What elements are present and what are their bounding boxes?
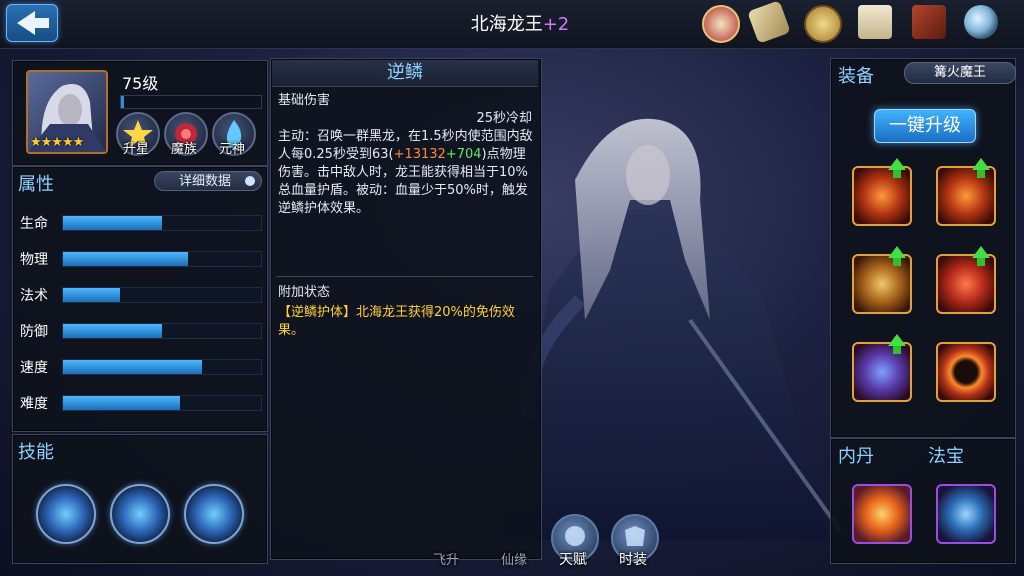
stat-bar-physical	[62, 251, 262, 267]
equipment-title: 装备	[838, 66, 874, 87]
demon-race-label: 魔族	[170, 142, 197, 157]
hero-title: 北海龙王+2	[440, 10, 600, 36]
star-up-label: 升星	[122, 142, 149, 157]
skill-name: 逆鳞	[272, 60, 538, 87]
stat-bar-defense	[62, 323, 262, 339]
treasure-item[interactable]	[936, 484, 996, 544]
status-tag: 【逆鳞护体】	[278, 305, 357, 320]
inner-core-item[interactable]	[852, 484, 912, 544]
stat-bar-difficulty	[62, 395, 262, 411]
book-icon[interactable]	[912, 5, 946, 39]
upgrade-arrow-icon	[888, 246, 906, 258]
hero-name: 北海龙王	[470, 14, 543, 35]
stat-bar-speed	[62, 359, 262, 375]
equipment-weapon-2[interactable]	[936, 166, 996, 226]
stat-label-defense: 防御	[20, 324, 48, 340]
upgrade-arrow-stem	[893, 258, 901, 266]
upgrade-arrow-stem	[977, 258, 985, 266]
back-arrow-icon	[17, 11, 49, 35]
skill-3-icon[interactable]	[184, 484, 244, 544]
skill-2-icon[interactable]	[110, 484, 170, 544]
tab-talent[interactable]: 天赋	[543, 549, 603, 569]
desc-bonus-physical: +13132	[393, 147, 446, 162]
skills-title: 技能	[18, 442, 54, 463]
section-base-damage: 基础伤害	[278, 93, 331, 108]
stat-bar-magic	[62, 287, 262, 303]
equipment-weapon-1[interactable]	[852, 166, 912, 226]
stat-label-magic: 法术	[20, 288, 48, 304]
stat-label-hp: 生命	[20, 216, 48, 232]
stat-fill	[63, 252, 188, 266]
equipment-helmet[interactable]	[852, 254, 912, 314]
stat-fill	[63, 360, 202, 374]
tab-fate[interactable]: 仙缘	[484, 549, 544, 568]
stat-fill	[63, 396, 180, 410]
cooldown-text: 25秒冷却	[476, 111, 532, 126]
detail-data-button[interactable]: 详细数据	[154, 171, 262, 191]
hero-level: 75级	[122, 74, 159, 93]
hero-rank-plus: +2	[542, 14, 570, 35]
coin-icon[interactable]	[804, 5, 842, 43]
desc-bonus-level: +704	[445, 147, 482, 162]
top-bar: 北海龙王+2	[0, 0, 1024, 49]
upgrade-all-button[interactable]: 一键升级	[874, 109, 976, 143]
stat-fill	[63, 288, 121, 302]
stat-fill	[63, 324, 162, 338]
upgrade-arrow-stem	[893, 170, 901, 178]
stat-bar-hp	[62, 215, 262, 231]
stat-fill	[63, 216, 162, 230]
tab-costume[interactable]: 时装	[603, 549, 663, 569]
attributes-title: 属性	[18, 174, 54, 195]
level-progress-fill	[121, 96, 124, 108]
upgrade-arrow-icon	[888, 334, 906, 346]
stat-label-difficulty: 难度	[20, 396, 48, 412]
section-extra-status: 附加状态	[278, 285, 331, 300]
treasure-title: 法宝	[928, 446, 964, 467]
skill-1-icon[interactable]	[36, 484, 96, 544]
hero-portrait[interactable]: ★★★★★	[26, 70, 108, 154]
tab-ascend[interactable]: 飞升	[416, 549, 476, 568]
inner-core-title: 内丹	[838, 446, 874, 467]
stat-label-physical: 物理	[20, 252, 48, 268]
upgrade-arrow-icon	[972, 158, 990, 170]
upgrade-arrow-stem	[893, 346, 901, 354]
magnifier-icon[interactable]	[964, 5, 998, 39]
level-progress-bar	[120, 95, 262, 109]
equipment-boots[interactable]	[852, 342, 912, 402]
upgrade-arrow-icon	[888, 158, 906, 170]
stat-label-speed: 速度	[20, 360, 48, 376]
document-icon[interactable]	[858, 5, 892, 39]
upgrade-arrow-stem	[977, 170, 985, 178]
back-button[interactable]	[6, 4, 58, 42]
star-rating: ★★★★★	[30, 135, 84, 150]
divider	[276, 276, 534, 277]
chevron-right-icon	[245, 176, 255, 186]
upgrade-all-label: 一键升级	[889, 115, 961, 136]
skill-description: 主动：召唤一群黑龙，在1.5秒内使范围内敌人每0.25秒受到63(+13132+…	[278, 128, 534, 218]
spirit-label: 元神	[218, 142, 245, 157]
upgrade-arrow-icon	[972, 246, 990, 258]
equipment-preset-button[interactable]: 篝火魔王	[904, 62, 1016, 84]
equipment-preset-label: 篝火魔王	[933, 65, 986, 80]
detail-data-label: 详细数据	[179, 174, 232, 189]
scroll-icon[interactable]	[747, 0, 791, 44]
status-description: 【逆鳞护体】北海龙王获得20%的免伤效果。	[278, 304, 534, 340]
equipment-ring[interactable]	[936, 342, 996, 402]
battle-seal-icon[interactable]	[702, 5, 740, 43]
equipment-armor[interactable]	[936, 254, 996, 314]
